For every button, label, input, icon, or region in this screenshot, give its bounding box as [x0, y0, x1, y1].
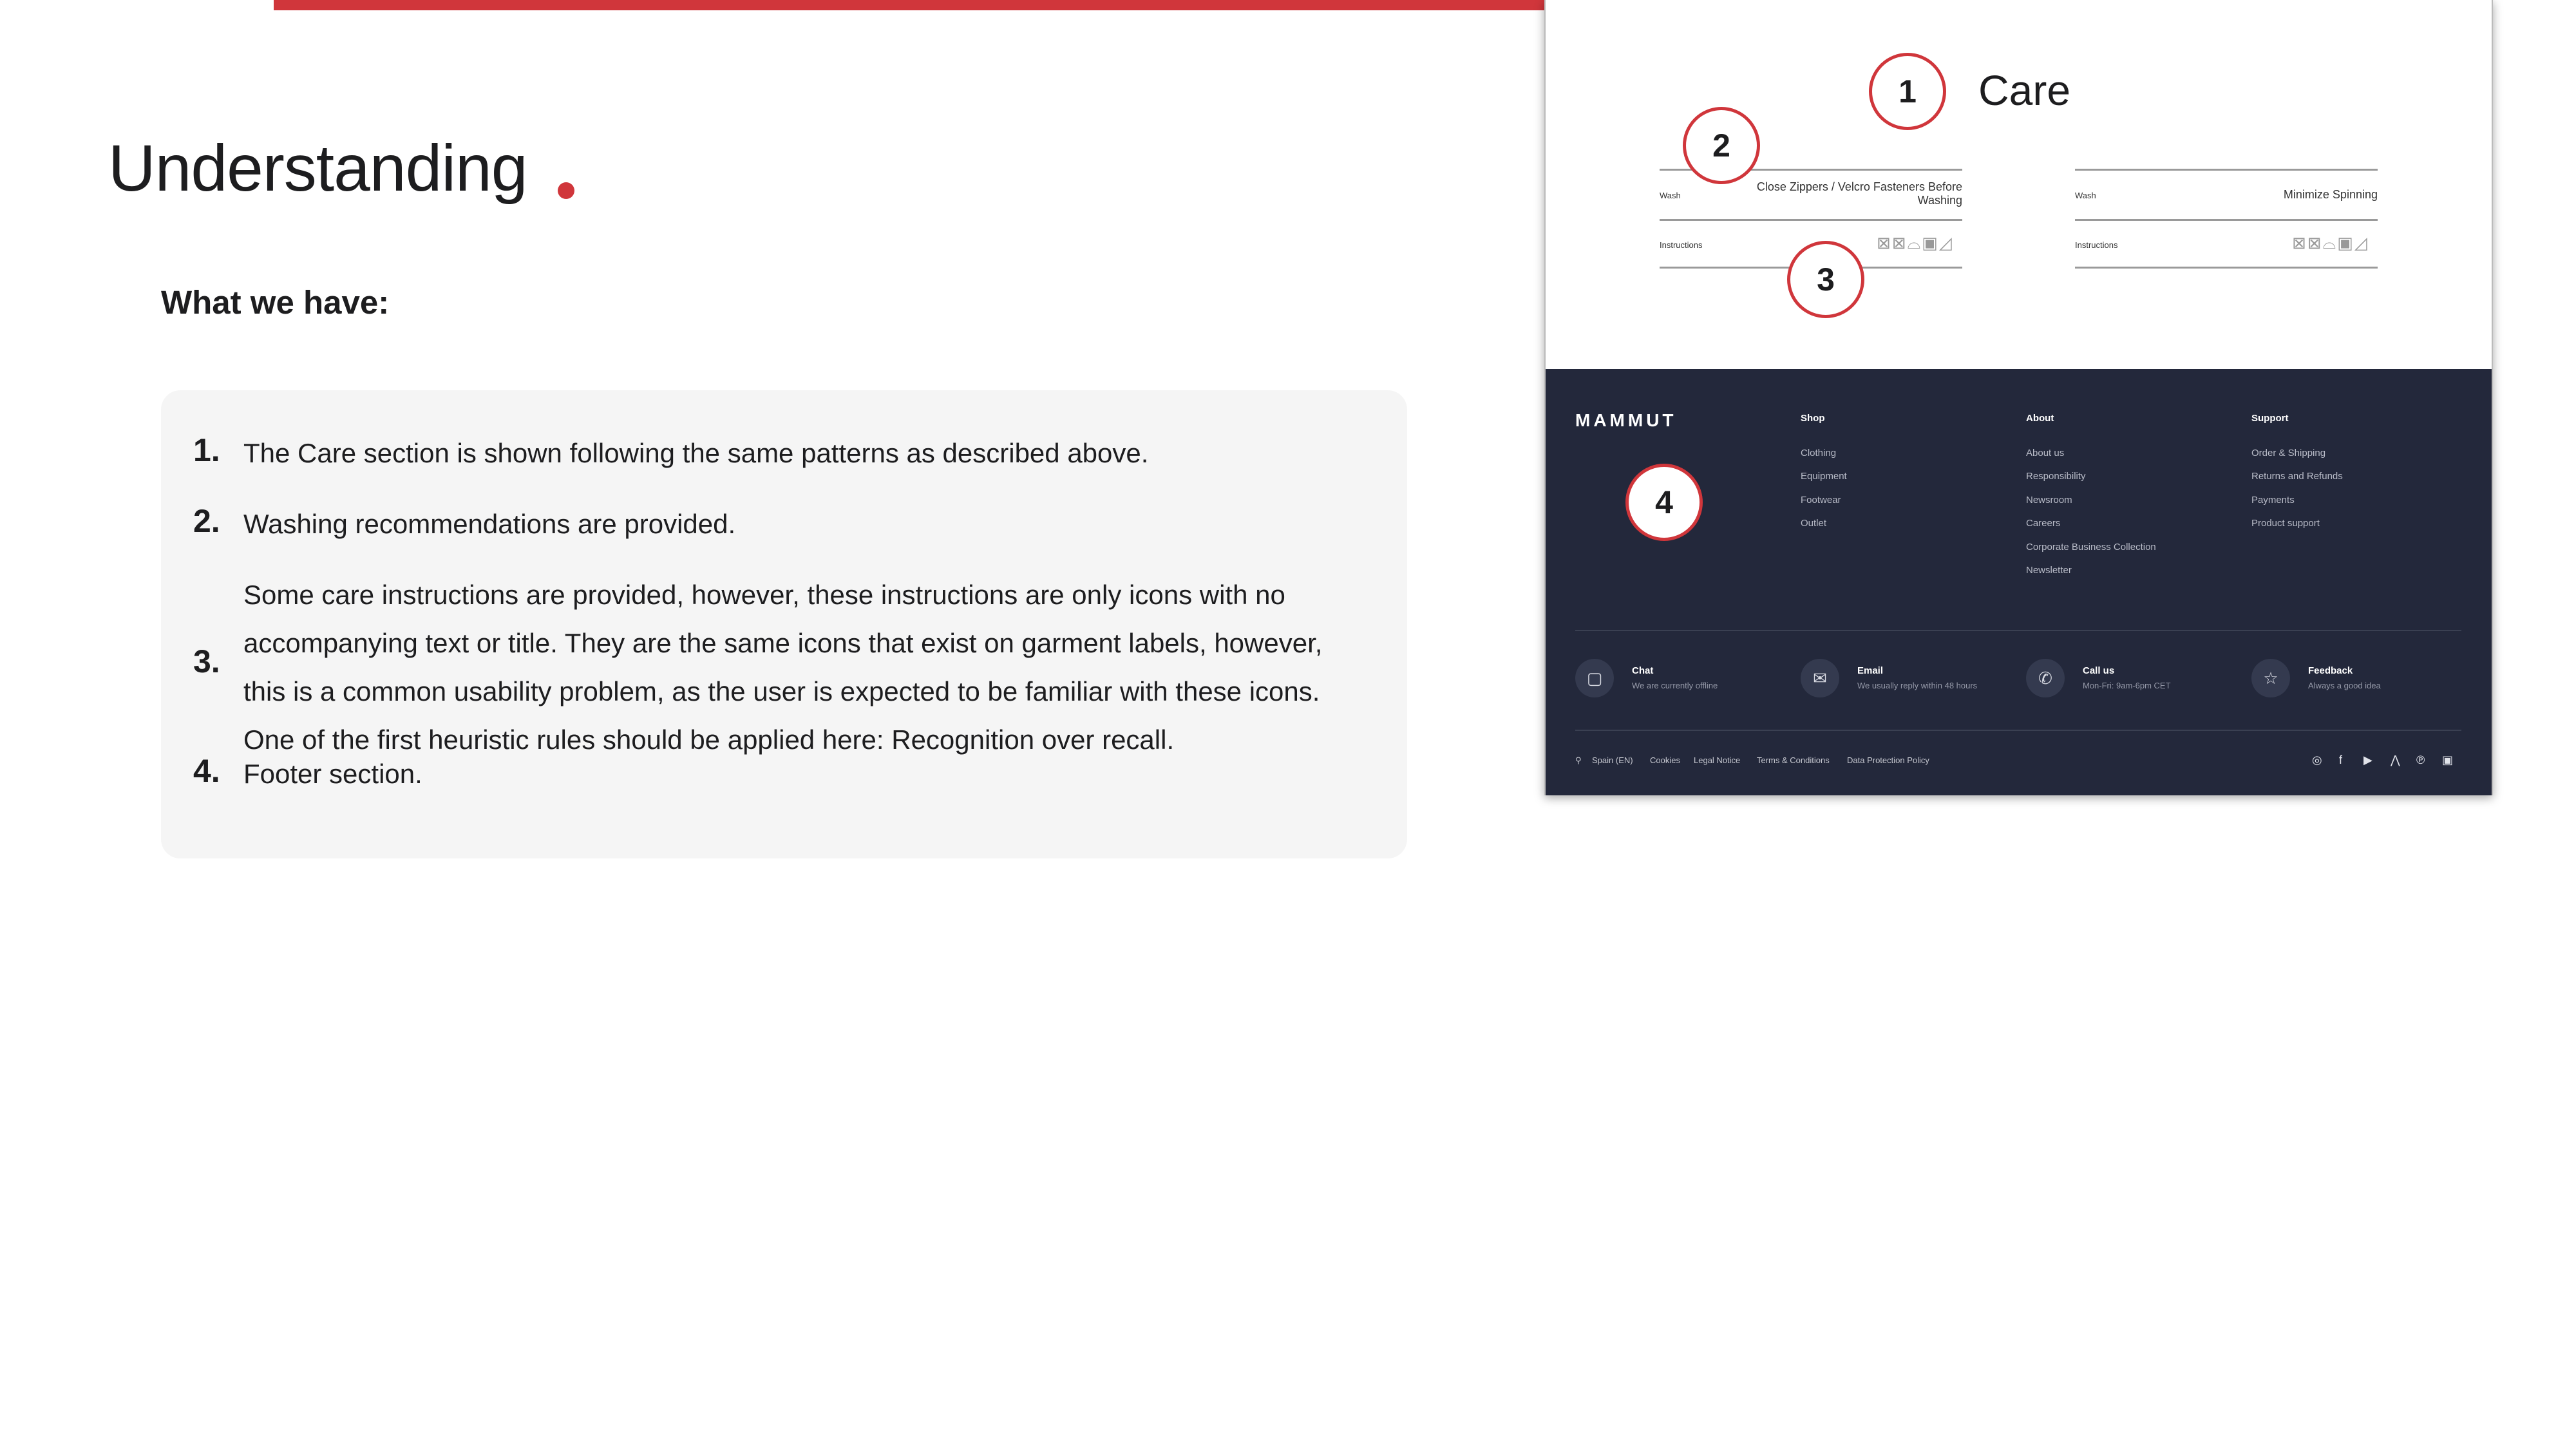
wash-label: Wash — [1660, 191, 1681, 200]
footer-link[interactable]: Responsibility — [2026, 471, 2086, 482]
divider — [2075, 219, 2378, 221]
contact-title[interactable]: Chat — [1632, 665, 1653, 676]
footer-link[interactable]: Outlet — [1801, 518, 1826, 529]
item-text: The Care section is shown following the … — [243, 438, 1149, 468]
locale-selector[interactable]: Spain (EN) — [1592, 755, 1633, 765]
section-subtitle: What we have: — [161, 284, 390, 321]
site-footer: MAMMUT Shop Clothing Equipment Footwear … — [1546, 369, 2492, 795]
footer-link[interactable]: Product support — [2251, 518, 2320, 529]
footer-column-heading: About — [2026, 413, 2054, 424]
item-text: Footer section. — [243, 759, 422, 789]
linkedin-icon[interactable]: ▣ — [2442, 753, 2453, 767]
footer-link[interactable]: Corporate Business Collection — [2026, 542, 2156, 553]
pinterest-icon[interactable]: ℗ — [2416, 753, 2425, 767]
divider — [2075, 267, 2378, 269]
item-text: Some care instructions are provided, how… — [243, 580, 1323, 755]
item-number: 4. — [193, 753, 220, 789]
footer-divider — [1575, 730, 2461, 731]
brand-logo[interactable]: MAMMUT — [1575, 410, 1677, 431]
contact-subtitle: Mon-Fri: 9am-6pm CET — [2083, 681, 2171, 690]
mail-icon[interactable]: ✉ — [1801, 659, 1839, 697]
chat-icon[interactable]: ▢ — [1575, 659, 1614, 697]
instructions-label: Instructions — [1660, 240, 1703, 250]
footer-bottom-link[interactable]: Terms & Conditions — [1757, 755, 1830, 765]
footer-link[interactable]: About us — [2026, 448, 2064, 459]
footer-column-heading: Shop — [1801, 413, 1825, 424]
wash-value: Close Zippers / Velcro Fasteners Before … — [1756, 180, 1962, 207]
marker-2: 2 — [1683, 107, 1760, 184]
footer-link[interactable]: Careers — [2026, 518, 2060, 529]
footer-link[interactable]: Clothing — [1801, 448, 1836, 459]
footer-column-heading: Support — [2251, 413, 2289, 424]
star-icon[interactable]: ☆ — [2251, 659, 2290, 697]
footer-link[interactable]: Returns and Refunds — [2251, 471, 2343, 482]
youtube-icon[interactable]: ▶ — [2363, 753, 2372, 767]
phone-icon[interactable]: ✆ — [2026, 659, 2065, 697]
contact-subtitle: Always a good idea — [2308, 681, 2381, 690]
footer-bottom-link[interactable]: Cookies — [1650, 755, 1680, 765]
marker-4: 4 — [1625, 464, 1703, 541]
wash-value: Minimize Spinning — [2283, 188, 2378, 201]
footer-link[interactable]: Equipment — [1801, 471, 1847, 482]
care-heading: Care — [1978, 66, 2071, 114]
footer-link[interactable]: Payments — [2251, 495, 2295, 506]
item-number: 1. — [193, 432, 220, 468]
contact-title[interactable]: Call us — [2083, 665, 2114, 676]
divider — [2075, 169, 2378, 171]
contact-title[interactable]: Email — [1857, 665, 1883, 676]
footer-link[interactable]: Newsroom — [2026, 495, 2072, 506]
findings-panel: 1. The Care section is shown following t… — [161, 390, 1407, 858]
facebook-icon[interactable]: f — [2339, 753, 2342, 767]
marker-1: 1 — [1869, 53, 1946, 130]
item-number: 3. — [193, 643, 220, 679]
location-pin-icon: ⚲ — [1575, 755, 1582, 765]
contact-title[interactable]: Feedback — [2308, 665, 2353, 676]
contact-subtitle: We are currently offline — [1632, 681, 1718, 690]
footer-link[interactable]: Order & Shipping — [2251, 448, 2325, 459]
page-title: Understanding — [108, 131, 527, 205]
title-accent-dot — [558, 182, 574, 199]
item-number: 2. — [193, 503, 220, 539]
contact-subtitle: We usually reply within 48 hours — [1857, 681, 1978, 690]
instagram-icon[interactable]: ◎ — [2312, 753, 2322, 767]
marker-3: 3 — [1787, 241, 1864, 318]
care-symbol-icons: ⊠⊠⌓▣◿ — [2292, 233, 2369, 252]
wash-label: Wash — [2075, 191, 2096, 200]
footer-link[interactable]: Newsletter — [2026, 565, 2072, 576]
footer-bottom-link[interactable]: Data Protection Policy — [1847, 755, 1929, 765]
instructions-label: Instructions — [2075, 240, 2118, 250]
footer-link[interactable]: Footwear — [1801, 495, 1841, 506]
strava-icon[interactable]: ⋀ — [2391, 753, 2400, 767]
item-text: Washing recommendations are provided. — [243, 509, 736, 539]
footer-divider — [1575, 630, 2461, 631]
care-symbol-icons: ⊠⊠⌓▣◿ — [1877, 233, 1953, 252]
footer-bottom-link[interactable]: Legal Notice — [1694, 755, 1740, 765]
product-page-screenshot: Care Wash Close Zippers / Velcro Fastene… — [1544, 0, 2493, 795]
divider — [1660, 219, 1962, 221]
